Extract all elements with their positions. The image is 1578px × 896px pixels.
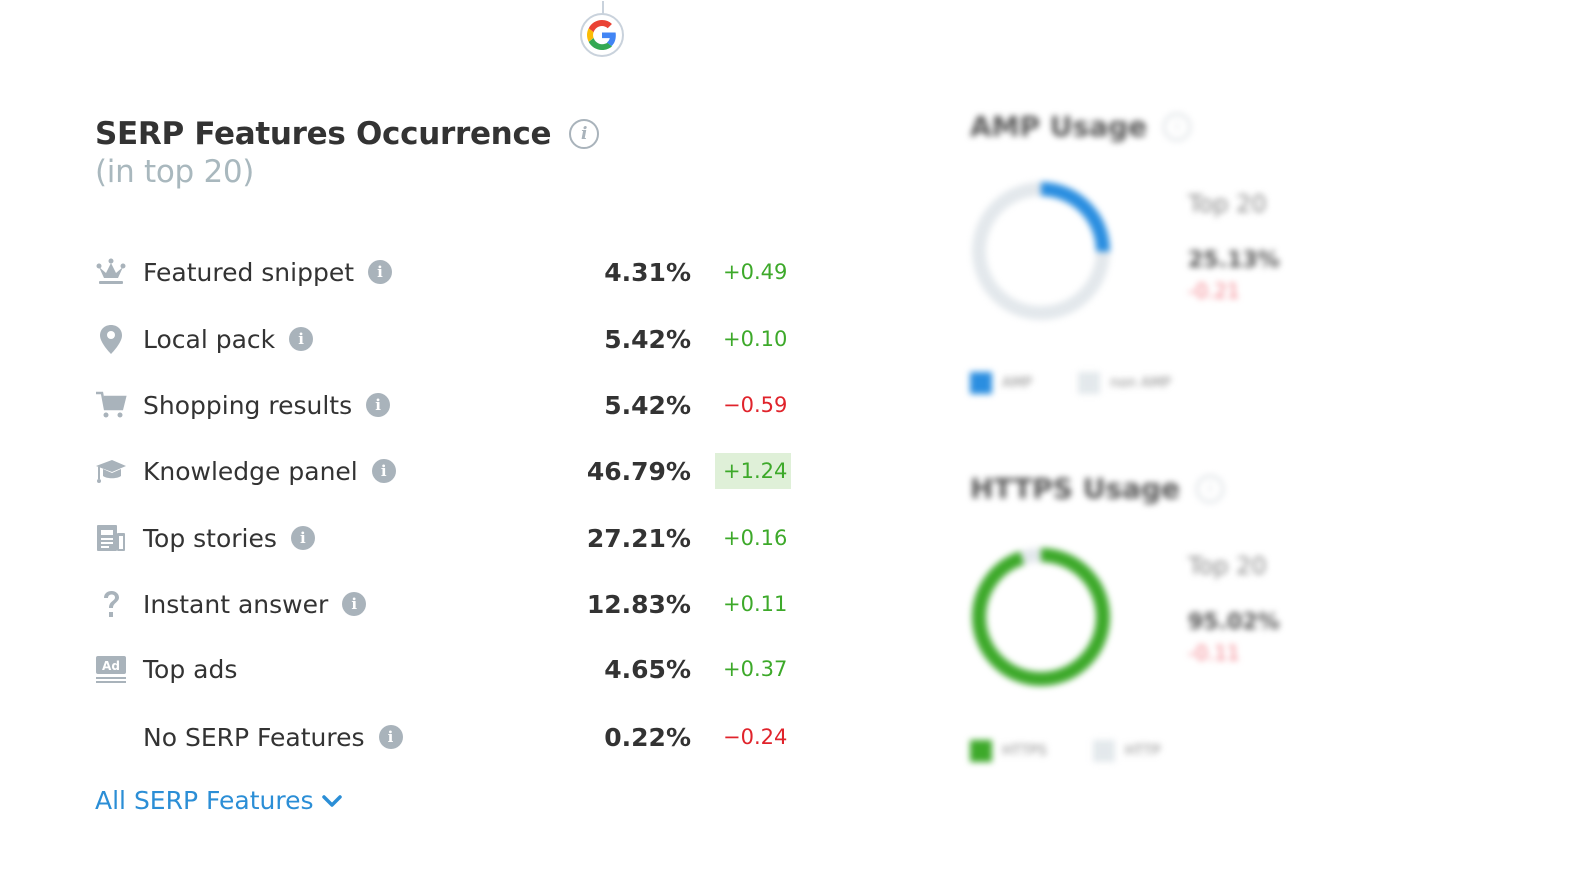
amp-donut-chart <box>972 182 1110 320</box>
shopping-cart-icon <box>95 389 127 421</box>
feature-value: 0.22% <box>604 722 691 752</box>
https-usage-widget: HTTPS Usage i Top 20 95.02% -0.11 HTTPS … <box>970 472 1330 762</box>
panel-title: SERP Features Occurrence <box>95 116 552 152</box>
https-percent: 95.02% <box>1188 610 1280 635</box>
feature-row: Featured snippet i 4.31% +0.49 <box>95 252 815 292</box>
feature-row: Top stories i 27.21% +0.16 <box>95 518 815 558</box>
feature-label-text: No SERP Features <box>143 722 365 752</box>
https-usage-title: HTTPS Usage <box>970 472 1181 505</box>
feature-label-text: Shopping results <box>143 390 353 420</box>
svg-text:Ad: Ad <box>102 659 120 673</box>
feature-label: No SERP Features i <box>143 723 403 752</box>
info-icon[interactable]: i <box>371 459 396 483</box>
info-icon[interactable]: i <box>368 260 393 284</box>
feature-value: 46.79% <box>586 456 691 486</box>
all-serp-features-label: All SERP Features <box>95 786 314 815</box>
info-icon[interactable]: i <box>342 592 367 616</box>
amp-usage-title: AMP Usage <box>970 110 1148 143</box>
legend-item-https[interactable]: HTTPS <box>970 740 1047 762</box>
legend-swatch <box>970 372 992 394</box>
feature-label-text: Local pack <box>143 324 276 354</box>
feature-label-text: Knowledge panel <box>143 456 358 486</box>
https-period: Top 20 <box>1188 552 1267 580</box>
feature-row: No SERP Features i 0.22% −0.24 <box>95 717 815 757</box>
legend-item-amp[interactable]: AMP <box>970 372 1032 394</box>
legend-label: HTTPS <box>1002 743 1047 759</box>
feature-delta: +0.49 <box>723 260 788 284</box>
ad-icon: Ad <box>95 653 127 685</box>
feature-value: 4.65% <box>604 654 691 684</box>
panel-subtitle: (in top 20) <box>95 154 255 190</box>
feature-label: Local pack i <box>143 324 314 354</box>
map-pin-icon <box>95 323 127 355</box>
legend-label: non AMP <box>1110 375 1171 391</box>
all-serp-features-link[interactable]: All SERP Features <box>95 786 342 815</box>
https-legend: HTTPS HTTP <box>970 740 1207 762</box>
feature-row: Knowledge panel i 46.79% +1.24 <box>95 451 815 491</box>
legend-item-http[interactable]: HTTP <box>1092 740 1161 762</box>
feature-label: Top stories i <box>143 524 315 553</box>
question-mark-icon <box>95 588 127 620</box>
feature-row: Instant answer i 12.83% +0.11 <box>95 584 815 624</box>
amp-delta: -0.21 <box>1188 279 1240 303</box>
feature-label: Featured snippet i <box>143 257 393 287</box>
feature-value: 4.31% <box>604 257 691 287</box>
info-icon[interactable]: i <box>1163 112 1192 141</box>
legend-swatch <box>970 740 992 762</box>
legend-label: AMP <box>1002 375 1033 391</box>
feature-delta: +0.16 <box>723 526 788 550</box>
amp-usage-widget: AMP Usage i Top 20 25.13% -0.21 AMP non … <box>970 110 1330 394</box>
feature-delta: +0.11 <box>723 592 788 616</box>
https-donut-chart <box>972 548 1110 686</box>
feature-value: 27.21% <box>586 523 691 553</box>
info-icon[interactable]: i <box>366 393 391 417</box>
feature-delta: +0.37 <box>723 657 788 681</box>
feature-row: Local pack i 5.42% +0.10 <box>95 319 815 359</box>
info-icon[interactable]: i <box>569 119 600 149</box>
amp-legend: AMP non AMP <box>970 372 1217 394</box>
feature-label-text: Instant answer <box>143 589 329 619</box>
newspaper-icon <box>95 522 127 554</box>
crown-icon <box>95 256 127 288</box>
info-icon[interactable]: i <box>378 725 403 749</box>
google-badge <box>580 1 624 57</box>
donut-segment[interactable] <box>972 548 1110 686</box>
amp-percent: 25.13% <box>1188 248 1280 273</box>
feature-label: Shopping results i <box>143 390 391 420</box>
badge-connector-line <box>602 1 604 15</box>
chevron-down-icon <box>321 794 342 807</box>
feature-label-text: Top stories <box>143 523 277 553</box>
legend-item-non-amp[interactable]: non AMP <box>1078 372 1171 394</box>
feature-label-text: Featured snippet <box>143 257 355 287</box>
google-g-icon <box>587 20 616 50</box>
info-icon[interactable]: i <box>290 526 315 550</box>
feature-label: Top ads <box>143 655 237 684</box>
feature-delta: +1.24 <box>715 453 791 489</box>
feature-label: Instant answer i <box>143 589 367 619</box>
feature-value: 5.42% <box>604 324 691 354</box>
graduation-cap-icon <box>95 455 127 487</box>
feature-delta: +0.10 <box>723 327 788 351</box>
feature-value: 5.42% <box>604 390 691 420</box>
feature-row: Shopping results i 5.42% −0.59 <box>95 385 815 425</box>
feature-label-text: Top ads <box>143 654 238 684</box>
feature-delta: −0.59 <box>723 393 788 417</box>
feature-value: 12.83% <box>586 589 691 619</box>
info-icon[interactable]: i <box>289 327 314 351</box>
https-delta: -0.11 <box>1188 641 1240 665</box>
serp-features-panel: SERP Features Occurrence i (in top 20) F… <box>95 116 815 815</box>
info-icon[interactable]: i <box>1196 474 1225 503</box>
amp-period: Top 20 <box>1188 190 1267 218</box>
legend-swatch <box>1078 372 1101 394</box>
feature-delta: −0.24 <box>723 725 788 749</box>
feature-label: Knowledge panel i <box>143 457 396 486</box>
legend-label: HTTP <box>1124 743 1161 759</box>
legend-swatch <box>1092 740 1115 762</box>
feature-row: Ad Top ads 4.65% +0.37 <box>95 649 815 689</box>
